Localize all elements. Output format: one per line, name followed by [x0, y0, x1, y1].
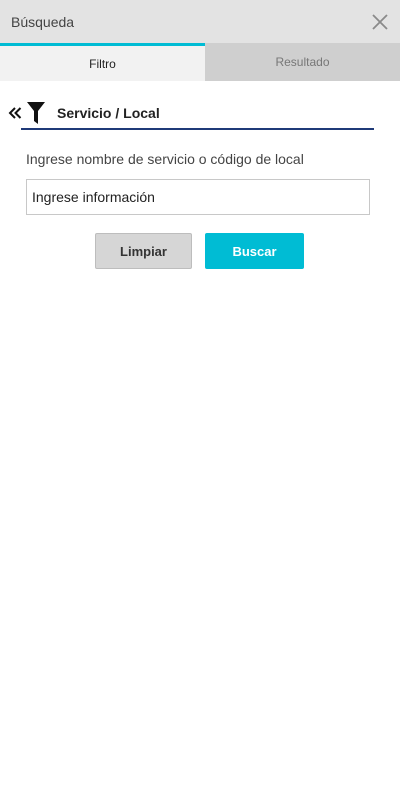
search-field-label: Ingrese nombre de servicio o código de l…: [26, 151, 304, 167]
close-icon: [372, 13, 388, 30]
search-input[interactable]: [26, 179, 370, 215]
section-divider: [21, 128, 374, 130]
section-title: Servicio / Local: [57, 104, 160, 121]
search-panel: Búsqueda Filtro Resultado Servicio / Loc…: [0, 0, 400, 793]
search-button[interactable]: Buscar: [205, 233, 304, 269]
filter-icon: [27, 101, 47, 124]
section-header: Servicio / Local: [8, 95, 374, 130]
panel-header: Búsqueda: [0, 0, 400, 43]
tab-resultado[interactable]: Resultado: [205, 43, 400, 81]
collapse-button[interactable]: [8, 103, 24, 123]
close-button[interactable]: [370, 12, 390, 32]
tab-bar: Filtro Resultado: [0, 43, 400, 81]
tab-filtro[interactable]: Filtro: [0, 43, 205, 81]
double-chevron-left-icon: [8, 106, 22, 119]
clear-button[interactable]: Limpiar: [95, 233, 192, 269]
panel-title: Búsqueda: [11, 13, 75, 30]
